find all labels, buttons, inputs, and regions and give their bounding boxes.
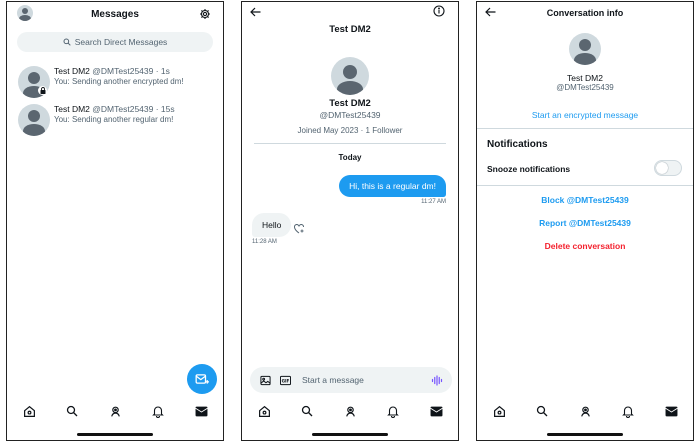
compose-message-icon bbox=[195, 373, 209, 385]
search-placeholder: Search Direct Messages bbox=[74, 37, 168, 47]
notifications-icon[interactable] bbox=[150, 403, 166, 419]
conversation-list-item[interactable]: Test DM2 @DMTest25439 · 15s You: Sending… bbox=[7, 102, 223, 142]
chat-title: Test DM2 bbox=[329, 24, 371, 35]
settings-gear-icon[interactable] bbox=[198, 7, 212, 21]
chat-screen: Test DM2 Test DM2 @DMTest25439 Joined Ma… bbox=[241, 1, 459, 441]
messages-icon[interactable] bbox=[663, 403, 679, 419]
bottom-tab-bar bbox=[242, 400, 458, 422]
communities-icon[interactable] bbox=[342, 403, 358, 419]
search-icon bbox=[63, 38, 71, 46]
gif-icon[interactable]: GIF bbox=[278, 373, 292, 387]
back-arrow-icon[interactable] bbox=[248, 5, 262, 19]
divider bbox=[477, 128, 693, 129]
communities-icon[interactable] bbox=[107, 403, 123, 419]
bottom-tab-bar bbox=[7, 400, 223, 422]
notifications-icon[interactable] bbox=[385, 403, 401, 419]
info-icon[interactable] bbox=[432, 4, 446, 18]
message-composer[interactable]: GIF Start a message bbox=[250, 367, 452, 393]
messages-icon[interactable] bbox=[193, 403, 209, 419]
add-reaction-heart-icon[interactable] bbox=[292, 221, 306, 235]
bottom-tab-bar bbox=[477, 400, 693, 422]
home-icon[interactable] bbox=[491, 403, 507, 419]
notifications-icon[interactable] bbox=[620, 403, 636, 419]
new-message-button[interactable] bbox=[187, 364, 217, 394]
conversation-preview: You: Sending another regular dm! bbox=[54, 115, 174, 124]
voice-message-icon[interactable] bbox=[430, 373, 444, 387]
inbox-screen: Messages Search Direct Messages Test DM2… bbox=[6, 1, 224, 441]
page-title: Conversation info bbox=[546, 8, 624, 18]
divider bbox=[477, 185, 693, 186]
message-input[interactable]: Start a message bbox=[302, 375, 364, 385]
search-icon[interactable] bbox=[64, 403, 80, 419]
message-bubble-incoming[interactable]: Hello bbox=[252, 213, 292, 237]
communities-icon[interactable] bbox=[577, 403, 593, 419]
profile-meta: Joined May 2023 · 1 Follower bbox=[297, 126, 403, 135]
search-input[interactable]: Search Direct Messages bbox=[17, 32, 213, 52]
image-icon[interactable] bbox=[258, 373, 272, 387]
message-timestamp: 11:28 AM bbox=[252, 239, 277, 245]
delete-conversation-button[interactable]: Delete conversation bbox=[477, 241, 693, 251]
messages-icon[interactable] bbox=[428, 403, 444, 419]
conversation-list-item[interactable]: Test DM2 @DMTest25439 · 1s You: Sending … bbox=[7, 64, 223, 104]
conversation-meta: @DMTest25439 · 15s bbox=[92, 104, 175, 114]
snooze-notifications-label: Snooze notifications bbox=[487, 164, 571, 174]
conversation-preview: You: Sending another encrypted dm! bbox=[54, 77, 184, 86]
conversation-name: Test DM2 bbox=[54, 104, 90, 114]
divider bbox=[254, 143, 446, 144]
page-title: Messages bbox=[91, 9, 139, 20]
toggle-knob bbox=[656, 162, 668, 174]
profile-name: Test DM2 bbox=[329, 98, 371, 109]
home-indicator bbox=[312, 433, 388, 436]
profile-handle: @DMTest25439 bbox=[556, 83, 614, 92]
profile-handle: @DMTest25439 bbox=[319, 110, 381, 120]
home-icon[interactable] bbox=[256, 403, 272, 419]
home-icon[interactable] bbox=[21, 403, 37, 419]
block-user-button[interactable]: Block @DMTest25439 bbox=[477, 195, 693, 205]
report-user-button[interactable]: Report @DMTest25439 bbox=[477, 218, 693, 228]
notifications-heading: Notifications bbox=[487, 139, 548, 150]
snooze-notifications-toggle[interactable] bbox=[654, 160, 682, 176]
message-timestamp: 11:27 AM bbox=[421, 199, 446, 205]
profile-avatar[interactable] bbox=[569, 33, 601, 65]
avatar bbox=[18, 104, 50, 136]
search-icon[interactable] bbox=[534, 403, 550, 419]
message-bubble-outgoing[interactable]: Hi, this is a regular dm! bbox=[339, 175, 446, 197]
conversation-meta: @DMTest25439 · 1s bbox=[92, 66, 170, 76]
home-indicator bbox=[77, 433, 153, 436]
lock-icon bbox=[38, 86, 47, 95]
start-encrypted-message-link[interactable]: Start an encrypted message bbox=[477, 110, 693, 120]
conversation-name: Test DM2 bbox=[54, 66, 90, 76]
profile-avatar[interactable] bbox=[331, 57, 369, 95]
profile-name: Test DM2 bbox=[567, 73, 603, 83]
search-icon[interactable] bbox=[299, 403, 315, 419]
day-separator: Today bbox=[338, 153, 362, 162]
home-indicator bbox=[547, 433, 623, 436]
conversation-info-screen: Conversation info Test DM2 @DMTest25439 … bbox=[476, 1, 694, 441]
svg-text:GIF: GIF bbox=[281, 378, 289, 383]
